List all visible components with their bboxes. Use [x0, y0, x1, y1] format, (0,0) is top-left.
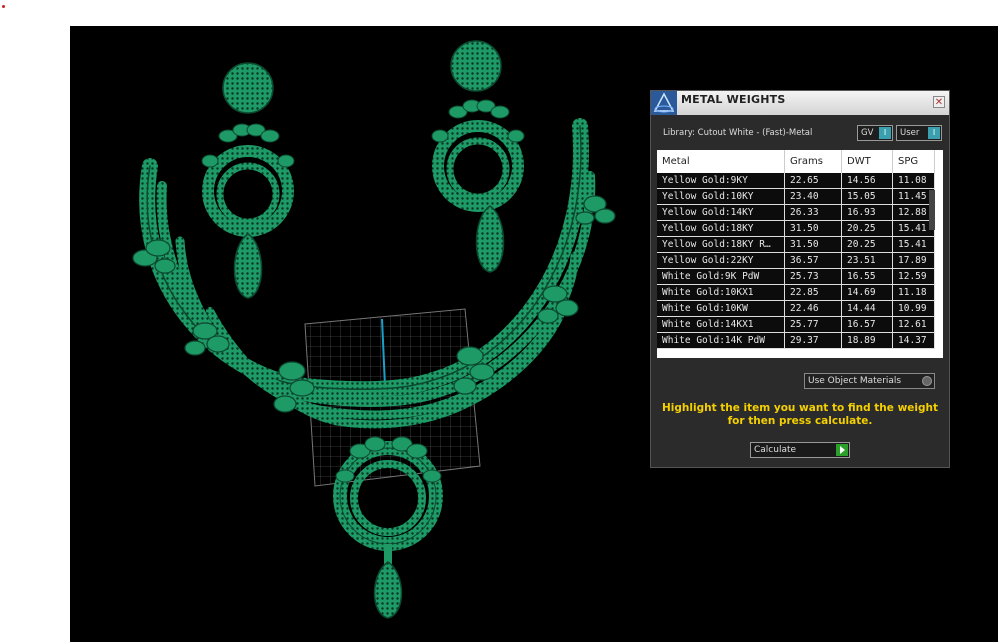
go-arrow-icon [836, 444, 848, 456]
right-earring-model [431, 40, 525, 273]
instruction-text: Highlight the item you want to find the … [661, 402, 939, 428]
cell-dwt: 16.93 [841, 204, 893, 221]
cell-metal: Yellow Gold:18KY [657, 220, 785, 237]
cell-dwt: 18.89 [841, 332, 893, 349]
window-marker-dot [2, 5, 5, 8]
cell-spg: 10.99 [892, 300, 935, 317]
cell-grams: 22.46 [784, 300, 842, 317]
cell-dwt: 20.25 [841, 220, 893, 237]
cell-spg: 11.18 [892, 284, 935, 301]
cell-dwt: 14.56 [841, 173, 893, 189]
cell-spg: 17.89 [892, 252, 935, 269]
cell-spg: 12.61 [892, 316, 935, 333]
cell-metal: Yellow Gold:14KY [657, 204, 785, 221]
toggle-knob-icon: I [879, 127, 891, 139]
cell-grams: 36.57 [784, 252, 842, 269]
column-header-grams[interactable]: Grams [784, 150, 842, 173]
cell-grams: 31.50 [784, 236, 842, 253]
cell-metal: White Gold:10KX1 [657, 284, 785, 301]
pendant-model [333, 436, 443, 619]
cell-metal: White Gold:10KW [657, 300, 785, 317]
cell-metal: Yellow Gold:10KY [657, 188, 785, 205]
column-header-spg[interactable]: SPG [892, 150, 935, 173]
cell-metal: White Gold:14KX1 [657, 316, 785, 333]
calculate-button-label: Calculate [754, 445, 797, 455]
cell-metal: Yellow Gold:22KY [657, 252, 785, 269]
cell-grams: 31.50 [784, 220, 842, 237]
material-select-value: Use Object Materials [808, 376, 902, 386]
cell-dwt: 16.57 [841, 316, 893, 333]
cell-spg: 15.41 [892, 236, 935, 253]
left-earring-model [201, 62, 295, 299]
vertical-scrollbar[interactable] [929, 190, 935, 230]
cell-grams: 23.40 [784, 188, 842, 205]
cell-grams: 25.77 [784, 316, 842, 333]
panel-body: Library: Cutout White - (Fast)-Metal GV … [651, 115, 949, 467]
panel-titlebar[interactable]: METAL WEIGHTS ✕ [651, 91, 949, 116]
cell-grams: 22.85 [784, 284, 842, 301]
instruction-line-1: Highlight the item you want to find the … [662, 402, 938, 414]
table-row[interactable]: Yellow Gold:22KY 36.57 23.51 17.89 [657, 252, 935, 269]
gv-toggle[interactable]: GV I [857, 125, 893, 141]
gv-toggle-label: GV [861, 128, 874, 138]
column-header-metal[interactable]: Metal [657, 150, 785, 173]
instruction-line-2: for then press calculate. [727, 415, 873, 427]
cell-grams: 26.33 [784, 204, 842, 221]
cell-dwt: 23.51 [841, 252, 893, 269]
cell-spg: 14.37 [892, 332, 935, 349]
cell-metal: White Gold:9K PdW [657, 268, 785, 285]
table-row[interactable]: White Gold:10KX1 22.85 14.69 11.18 [657, 284, 935, 301]
table-body: Yellow Gold:9KY 22.65 14.56 11.08 Yellow Gol… [657, 173, 935, 349]
cell-grams: 29.37 [784, 332, 842, 349]
cell-dwt: 15.05 [841, 188, 893, 205]
cell-dwt: 14.44 [841, 300, 893, 317]
table-row[interactable]: White Gold:14K PdW 29.37 18.89 14.37 [657, 332, 935, 349]
cell-spg: 11.08 [892, 173, 935, 189]
table-header-row: Metal Grams DWT SPG [657, 150, 935, 173]
panel-title: METAL WEIGHTS [681, 93, 786, 106]
user-toggle[interactable]: User I [896, 125, 942, 141]
table-row[interactable]: White Gold:14KX1 25.77 16.57 12.61 [657, 316, 935, 333]
cell-dwt: 20.25 [841, 236, 893, 253]
cell-grams: 22.65 [784, 173, 842, 189]
user-toggle-label: User [900, 128, 920, 138]
material-select[interactable]: Use Object Materials [804, 373, 935, 389]
table-row[interactable]: Yellow Gold:9KY 22.65 14.56 11.08 [657, 173, 935, 189]
toggle-knob-icon: I [928, 127, 940, 139]
dropdown-icon [922, 376, 932, 386]
cell-metal: Yellow Gold:9KY [657, 173, 785, 189]
cell-spg: 12.59 [892, 268, 935, 285]
table-row[interactable]: Yellow Gold:10KY 23.40 15.05 11.45 [657, 188, 935, 205]
metal-weights-panel: METAL WEIGHTS ✕ Library: Cutout White - … [650, 90, 950, 468]
table-row[interactable]: White Gold:10KW 22.46 14.44 10.99 [657, 300, 935, 317]
table-row[interactable]: Yellow Gold:18KY R… 31.50 20.25 15.41 [657, 236, 935, 253]
cell-dwt: 14.69 [841, 284, 893, 301]
cell-metal: Yellow Gold:18KY R… [657, 236, 785, 253]
table-row[interactable]: Yellow Gold:18KY 31.50 20.25 15.41 [657, 220, 935, 237]
library-label: Library: Cutout White - (Fast)-Metal [663, 128, 813, 138]
calculate-button[interactable]: Calculate [750, 442, 850, 458]
cell-dwt: 16.55 [841, 268, 893, 285]
app-logo-icon [651, 91, 677, 115]
metal-weights-table[interactable]: Metal Grams DWT SPG Yellow Gold:9KY 22.65… [657, 150, 943, 358]
cell-grams: 25.73 [784, 268, 842, 285]
column-header-dwt[interactable]: DWT [841, 150, 893, 173]
table-row[interactable]: White Gold:9K PdW 25.73 16.55 12.59 [657, 268, 935, 285]
table-row[interactable]: Yellow Gold:14KY 26.33 16.93 12.88 [657, 204, 935, 221]
cell-metal: White Gold:14K PdW [657, 332, 785, 349]
close-icon[interactable]: ✕ [933, 96, 945, 108]
